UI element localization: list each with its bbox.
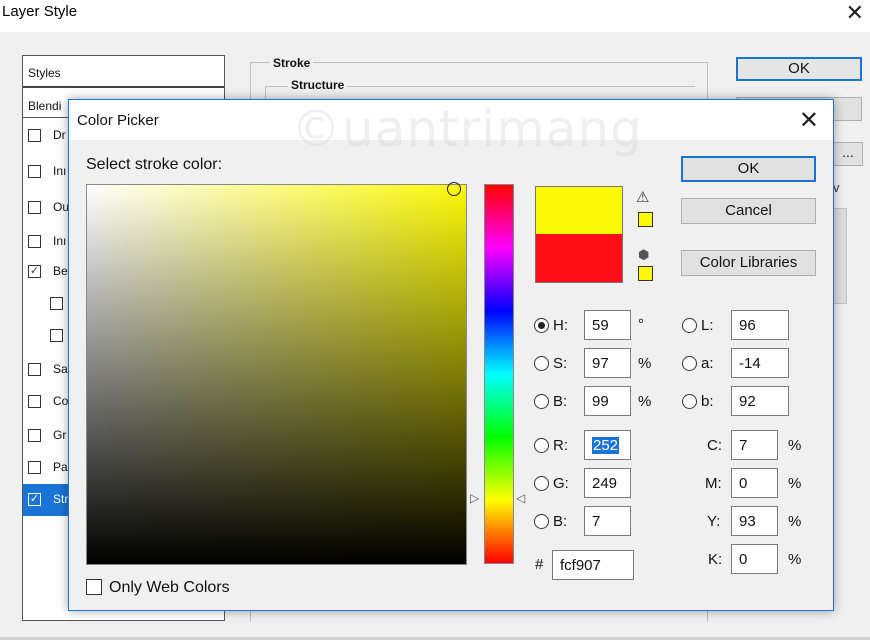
structure-group-title: Structure xyxy=(288,78,348,92)
hex-label: # xyxy=(535,556,544,573)
color-picker-dialog: Color Picker ©uantrimang ✕ Select stroke… xyxy=(68,99,834,611)
label-lab-a: a: xyxy=(701,355,714,372)
ok-button[interactable]: OK xyxy=(681,156,816,182)
layer-style-titlebar: Layer Style ✕ xyxy=(0,0,870,32)
label-red: R: xyxy=(553,437,568,454)
radio-brightness[interactable] xyxy=(534,394,549,409)
layer-style-close-icon[interactable]: ✕ xyxy=(846,2,864,24)
color-picker-close-icon[interactable]: ✕ xyxy=(799,106,819,135)
watermark-text: ©uantrimang xyxy=(291,100,643,158)
label-yellow: Y: xyxy=(707,513,721,530)
styles-header[interactable]: Styles xyxy=(23,56,224,88)
style-checkbox[interactable] xyxy=(50,297,63,310)
input-lab-a[interactable]: -14 xyxy=(731,348,789,378)
radio-green[interactable] xyxy=(534,476,549,491)
style-item-label: Be xyxy=(53,264,68,278)
color-picker-title: Color Picker xyxy=(77,112,159,129)
input-blue[interactable]: 7 xyxy=(584,506,631,536)
style-checkbox[interactable] xyxy=(28,201,41,214)
input-green[interactable]: 249 xyxy=(584,468,631,498)
style-checkbox[interactable] xyxy=(28,129,41,142)
hue-slider-left-arrow-icon[interactable]: ▷ xyxy=(470,491,479,505)
label-hue: H: xyxy=(553,317,568,334)
style-item-label: Sa xyxy=(53,362,68,376)
web-safe-color-swatch[interactable] xyxy=(638,266,653,281)
input-red[interactable]: 252 xyxy=(584,430,631,460)
style-checkbox[interactable] xyxy=(28,395,41,408)
stroke-group-title: Stroke xyxy=(270,56,314,70)
label-saturation: S: xyxy=(553,355,568,372)
style-checkbox[interactable] xyxy=(28,461,41,474)
hue-slider[interactable] xyxy=(484,184,514,564)
radio-lab-a[interactable] xyxy=(682,356,697,371)
unit-degree: ° xyxy=(638,316,644,333)
radio-lab-b[interactable] xyxy=(682,394,697,409)
radio-blue[interactable] xyxy=(534,514,549,529)
style-checkbox[interactable] xyxy=(50,329,63,342)
hue-slider-right-arrow-icon[interactable]: ◁ xyxy=(516,491,525,505)
label-green: G: xyxy=(553,475,569,492)
input-lab-l[interactable]: 96 xyxy=(731,310,789,340)
color-field[interactable] xyxy=(86,182,467,565)
cancel-button[interactable]: Cancel xyxy=(681,198,816,224)
layer-style-title: Layer Style xyxy=(2,3,78,20)
preview-thumbnail xyxy=(833,208,847,304)
label-black: K: xyxy=(708,551,723,568)
label-cyan: C: xyxy=(707,437,722,454)
layer-style-new-style-button[interactable]: ... xyxy=(833,142,863,166)
gamut-color-swatch[interactable] xyxy=(638,212,653,227)
only-web-colors-checkbox[interactable] xyxy=(86,579,102,595)
label-lab-l: L: xyxy=(701,317,714,334)
style-item-label: Inı xyxy=(53,234,67,248)
input-black[interactable]: 0 xyxy=(731,544,778,574)
input-brightness[interactable]: 99 xyxy=(584,386,631,416)
unit-percent: % xyxy=(788,475,802,492)
color-field-marker[interactable] xyxy=(447,182,461,196)
input-hue[interactable]: 59 xyxy=(584,310,631,340)
style-item-label: Pa xyxy=(53,460,68,474)
style-checkbox[interactable] xyxy=(28,165,41,178)
new-color-swatch xyxy=(535,186,623,234)
input-saturation[interactable]: 97 xyxy=(584,348,631,378)
out-of-gamut-warning-icon[interactable]: ⚠ xyxy=(636,188,649,206)
style-checkbox-checked[interactable]: ✓ xyxy=(28,493,41,506)
color-libraries-button[interactable]: Color Libraries xyxy=(681,250,816,276)
unit-percent: % xyxy=(788,551,802,568)
input-magenta[interactable]: 0 xyxy=(731,468,778,498)
style-item-label: Gr xyxy=(53,428,67,442)
label-magenta: M: xyxy=(705,475,722,492)
radio-lab-l[interactable] xyxy=(682,318,697,333)
current-color-swatch[interactable] xyxy=(535,234,623,283)
style-checkbox[interactable] xyxy=(28,363,41,376)
radio-hue[interactable] xyxy=(534,318,549,333)
style-item-label: Str xyxy=(53,492,69,506)
style-item-label: Co xyxy=(53,394,69,408)
radio-red[interactable] xyxy=(534,438,549,453)
label-lab-b: b: xyxy=(701,393,714,410)
web-safe-cube-icon[interactable]: ⬢ xyxy=(638,247,649,263)
style-item-label: Dr xyxy=(53,128,66,142)
only-web-colors-label: Only Web Colors xyxy=(109,579,230,596)
input-cyan[interactable]: 7 xyxy=(731,430,778,460)
input-yellow[interactable]: 93 xyxy=(731,506,778,536)
radio-saturation[interactable] xyxy=(534,356,549,371)
unit-percent: % xyxy=(638,393,652,410)
style-checkbox[interactable] xyxy=(28,429,41,442)
unit-percent: % xyxy=(788,437,802,454)
style-item-label: Inı xyxy=(53,164,67,178)
input-hex[interactable]: fcf907 xyxy=(552,550,634,580)
layer-style-ok-button[interactable]: OK xyxy=(736,57,862,81)
style-item-label: Ou xyxy=(53,200,70,214)
label-brightness: B: xyxy=(553,393,568,410)
unit-percent: % xyxy=(788,513,802,530)
color-picker-titlebar: Color Picker ©uantrimang ✕ xyxy=(69,100,833,158)
label-blue: B: xyxy=(553,513,568,530)
select-color-prompt: Select stroke color: xyxy=(86,156,223,173)
unit-percent: % xyxy=(638,355,652,372)
style-checkbox-checked[interactable]: ✓ xyxy=(28,265,41,278)
style-checkbox[interactable] xyxy=(28,235,41,248)
input-lab-b[interactable]: 92 xyxy=(731,386,789,416)
